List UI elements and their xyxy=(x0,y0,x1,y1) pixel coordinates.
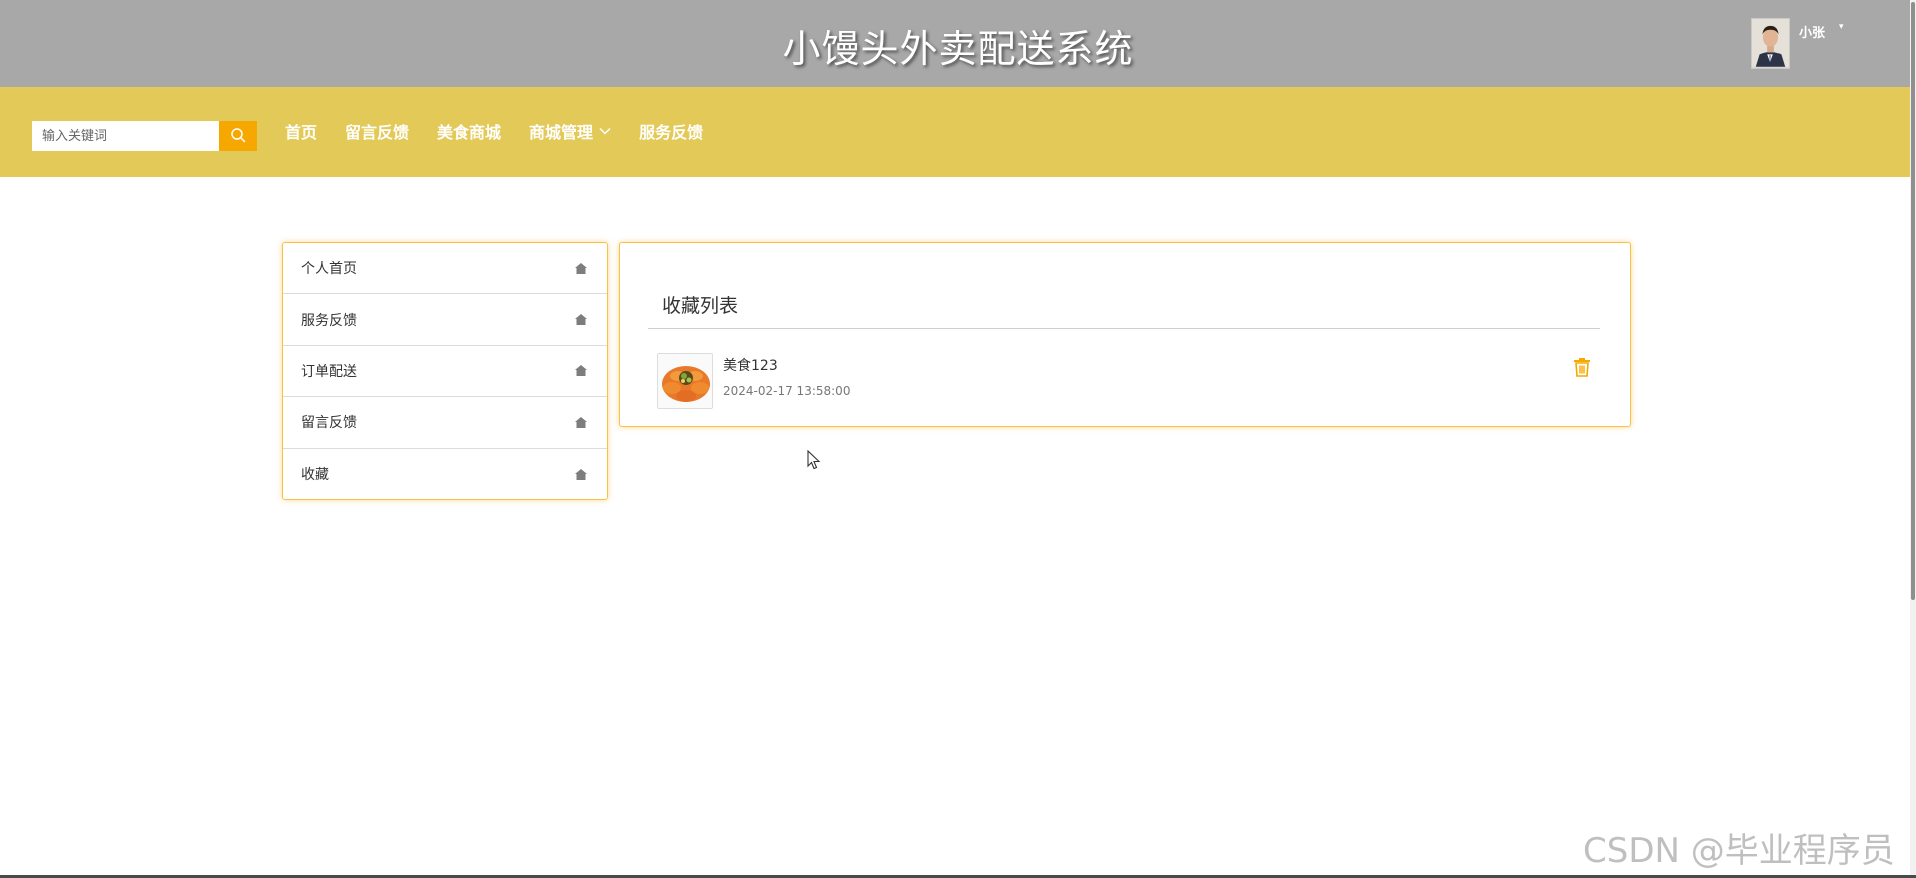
username[interactable]: 小张 xyxy=(1799,22,1825,41)
nav-item-label: 留言反馈 xyxy=(345,123,410,142)
search-box xyxy=(32,121,257,151)
watermark: CSDN @毕业程序员 xyxy=(1583,831,1895,871)
panel-title: 收藏列表 xyxy=(662,295,739,317)
side-menu: 个人首页 服务反馈 订单配送 留言反馈 收藏 xyxy=(282,242,608,500)
top-header: 小馒头外卖配送系统 小张 ▾ xyxy=(0,0,1916,87)
side-menu-item-label: 留言反馈 xyxy=(301,415,357,432)
side-menu-item-label: 订单配送 xyxy=(301,363,357,380)
side-menu-item-favorites[interactable]: 收藏 xyxy=(283,449,607,500)
side-menu-item-label: 服务反馈 xyxy=(301,312,357,329)
food-name[interactable]: 美食123 xyxy=(723,355,778,375)
side-menu-item-label: 收藏 xyxy=(301,467,329,484)
side-menu-item-messages[interactable]: 留言反馈 xyxy=(283,397,607,449)
nav-item-label: 美食商城 xyxy=(437,123,502,142)
page: 小馒头外卖配送系统 小张 ▾ 输入关键词 首页 留言反馈 美食商城 商城管理 服… xyxy=(0,0,1916,878)
nav-item-messages[interactable]: 留言反馈 xyxy=(345,119,409,145)
scrollbar-thumb[interactable] xyxy=(1911,2,1915,600)
home-icon xyxy=(575,310,587,329)
home-icon xyxy=(575,259,587,278)
avatar[interactable] xyxy=(1751,18,1790,69)
favorite-time: 2024-02-17 13:58:00 xyxy=(723,384,851,398)
nav-item-food-mall[interactable]: 美食商城 xyxy=(437,119,501,145)
side-menu-item-label: 个人首页 xyxy=(301,261,357,278)
favorite-item[interactable]: 美食123 2024-02-17 13:58:00 xyxy=(657,353,1597,413)
trash-icon[interactable] xyxy=(1573,357,1591,377)
site-title: 小馒头外卖配送系统 xyxy=(782,27,1134,71)
nav-item-label: 服务反馈 xyxy=(639,123,704,142)
chevron-down-icon xyxy=(599,127,611,135)
food-thumbnail[interactable] xyxy=(657,353,713,409)
home-icon xyxy=(575,413,587,432)
side-menu-item-profile[interactable]: 个人首页 xyxy=(283,243,607,295)
search-input[interactable] xyxy=(32,121,219,151)
main-nav: 首页 留言反馈 美食商城 商城管理 服务反馈 xyxy=(285,87,731,177)
mouse-cursor-icon xyxy=(807,449,821,474)
nav-item-label: 首页 xyxy=(285,123,318,142)
favorites-panel: 收藏列表 美食123 2024-02-17 13:58:00 xyxy=(619,242,1631,427)
nav-item-label: 商城管理 xyxy=(529,123,594,142)
nav-item-mall-management[interactable]: 商城管理 xyxy=(529,119,611,145)
home-icon xyxy=(575,361,587,380)
divider xyxy=(648,328,1600,329)
search-button[interactable] xyxy=(219,121,257,151)
user-menu[interactable]: 小张 ▾ xyxy=(1751,18,1844,70)
search-icon xyxy=(230,127,246,146)
nav-item-home[interactable]: 首页 xyxy=(285,119,317,145)
home-icon xyxy=(575,465,587,484)
side-menu-item-service-feedback[interactable]: 服务反馈 xyxy=(283,294,607,346)
caret-down-icon[interactable]: ▾ xyxy=(1839,22,1844,32)
nav-item-service-feedback[interactable]: 服务反馈 xyxy=(639,119,703,145)
nav-bar: 首页 留言反馈 美食商城 商城管理 服务反馈 xyxy=(0,87,1916,177)
side-menu-item-order-delivery[interactable]: 订单配送 xyxy=(283,346,607,398)
